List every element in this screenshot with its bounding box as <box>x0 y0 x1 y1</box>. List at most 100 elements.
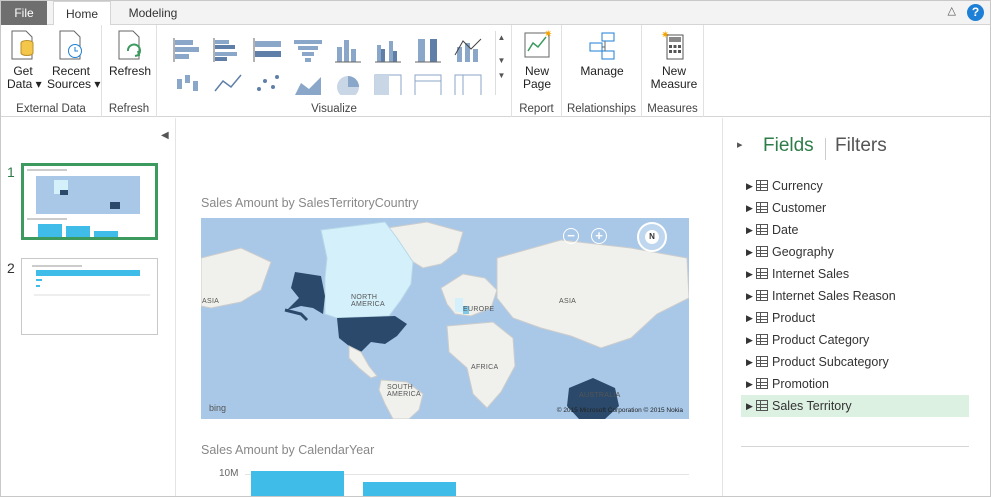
pie-chart-icon[interactable] <box>329 69 367 95</box>
new-measure-button[interactable]: ✷ New Measure <box>648 29 700 91</box>
waterfall-chart-icon[interactable] <box>169 69 207 95</box>
expand-arrow-icon[interactable]: ▶ <box>746 373 753 395</box>
fields-separator <box>741 446 969 447</box>
line-chart-icon[interactable] <box>209 69 247 95</box>
table-icon <box>756 202 768 213</box>
map-label-asia-right: ASIA <box>559 298 577 305</box>
table-icon <box>756 290 768 301</box>
expand-arrow-icon[interactable]: ▶ <box>746 175 753 197</box>
area-chart-icon[interactable] <box>289 69 327 95</box>
table-icon <box>756 400 768 411</box>
refresh-button[interactable]: Refresh <box>106 29 154 78</box>
field-table-row[interactable]: ▶ Internet Sales <box>741 263 969 285</box>
recent-sources-icon <box>59 30 82 60</box>
page-thumbnail-2[interactable] <box>21 258 158 335</box>
gallery-scrollbar[interactable]: ▲ ▼ ▼ <box>495 31 507 95</box>
stacked-column-chart-icon[interactable] <box>329 35 367 65</box>
map-compass[interactable]: N <box>637 222 667 252</box>
100-stacked-bar-icon[interactable] <box>249 35 287 65</box>
gallery-expand-icon[interactable]: ▼ <box>496 71 507 80</box>
funnel-chart-icon[interactable] <box>289 35 327 65</box>
tab-fields[interactable]: Fields <box>763 135 814 157</box>
world-map <box>201 221 689 419</box>
clustered-bar-chart-icon[interactable] <box>209 35 247 65</box>
expand-arrow-icon[interactable]: ▶ <box>746 285 753 307</box>
refresh-label: Refresh <box>108 64 152 78</box>
new-page-button[interactable]: ✷ New Page <box>516 29 558 91</box>
get-data-label: Get Data ▾ <box>7 64 42 91</box>
field-table-row[interactable]: ▶ Product Category <box>741 329 969 351</box>
treemap-icon[interactable] <box>369 69 407 95</box>
table-icon <box>756 334 768 345</box>
field-table-label: Geography <box>772 245 834 259</box>
expand-arrow-icon[interactable]: ▶ <box>746 263 753 285</box>
field-table-row[interactable]: ▶ Sales Territory <box>741 395 969 417</box>
bar-2[interactable] <box>363 482 456 496</box>
field-table-row[interactable]: ▶ Product Subcategory <box>741 351 969 373</box>
zoom-in-button[interactable]: + <box>591 228 607 244</box>
ribbon: Get Data ▾ Recent Sources ▾ External Dat… <box>1 25 990 117</box>
manage-relationships-button[interactable]: Manage <box>576 29 628 78</box>
field-table-row[interactable]: ▶ Geography <box>741 241 969 263</box>
collapse-pages-icon[interactable]: ◀ <box>161 130 169 141</box>
expand-arrow-icon[interactable]: ▶ <box>746 197 753 219</box>
expand-arrow-icon[interactable]: ▶ <box>746 241 753 263</box>
stacked-bar-chart-icon[interactable] <box>169 35 207 65</box>
refresh-icon <box>118 30 141 60</box>
matrix-visual-icon[interactable] <box>449 69 487 95</box>
field-table-row[interactable]: ▶ Date <box>741 219 969 241</box>
field-table-label: Internet Sales Reason <box>772 289 896 303</box>
bar-visual[interactable]: 10M <box>201 468 689 496</box>
field-table-row[interactable]: ▶ Customer <box>741 197 969 219</box>
get-data-button[interactable]: Get Data ▾ <box>7 29 42 91</box>
field-table-label: Currency <box>772 179 823 193</box>
recent-sources-button[interactable]: Recent Sources ▾ <box>47 29 100 91</box>
100-stacked-column-icon[interactable] <box>409 35 447 65</box>
new-page-icon: ✷ <box>524 29 552 58</box>
relationships-icon <box>589 32 615 60</box>
map-label-africa: AFRICA <box>471 364 499 371</box>
y-axis-tick-label: 10M <box>219 468 239 479</box>
table-icon <box>756 378 768 389</box>
bar-1[interactable] <box>251 471 344 496</box>
tab-filters[interactable]: Filters <box>835 135 887 157</box>
new-measure-label: New Measure <box>650 64 698 91</box>
tab-home[interactable]: Home <box>53 1 111 26</box>
map-visual[interactable]: ASIA NORTH AMERICA EUROPE ASIA AFRICA SO… <box>201 218 689 419</box>
map-visual-title: Sales Amount by SalesTerritoryCountry <box>201 196 419 210</box>
table-visual-icon[interactable] <box>409 69 447 95</box>
table-icon <box>756 224 768 235</box>
field-table-row[interactable]: ▶ Internet Sales Reason <box>741 285 969 307</box>
expand-arrow-icon[interactable]: ▶ <box>746 329 753 351</box>
expand-arrow-icon[interactable]: ▶ <box>746 395 753 417</box>
tab-modeling[interactable]: Modeling <box>115 1 191 25</box>
group-measures: ✷ New Measure Measures <box>642 25 704 117</box>
line-column-chart-icon[interactable] <box>449 35 487 65</box>
collapse-fields-icon[interactable]: ▸ <box>737 138 743 151</box>
group-visualize: ▲ ▼ ▼ Visualize <box>157 25 512 117</box>
compass-north-label: N <box>645 230 659 244</box>
tab-file[interactable]: File <box>1 1 47 25</box>
expand-arrow-icon[interactable]: ▶ <box>746 307 753 329</box>
zoom-out-button[interactable]: − <box>563 228 579 244</box>
group-report: ✷ New Page Report <box>512 25 562 117</box>
scatter-chart-icon[interactable] <box>249 69 287 95</box>
map-label-north-america: NORTH AMERICA <box>351 294 385 308</box>
field-table-row[interactable]: ▶ Product <box>741 307 969 329</box>
expand-arrow-icon[interactable]: ▶ <box>746 351 753 373</box>
map-label-europe: EUROPE <box>463 306 495 313</box>
gallery-scroll-down-icon[interactable]: ▼ <box>496 56 507 65</box>
help-icon[interactable]: ? <box>967 4 984 21</box>
clustered-column-chart-icon[interactable] <box>369 35 407 65</box>
table-icon <box>756 246 768 257</box>
expand-arrow-icon[interactable]: ▶ <box>746 219 753 241</box>
gallery-scroll-up-icon[interactable]: ▲ <box>496 33 507 42</box>
collapse-ribbon-icon[interactable]: △ <box>948 4 956 17</box>
page-1-preview <box>27 169 140 237</box>
report-canvas: Sales Amount by SalesTerritoryCountry AS… <box>177 118 722 496</box>
page-2-preview <box>32 265 150 296</box>
field-table-row[interactable]: ▶ Currency <box>741 175 969 197</box>
group-relationships: Manage Relationships <box>562 25 642 117</box>
page-thumbnail-1[interactable] <box>21 163 158 240</box>
field-table-row[interactable]: ▶ Promotion <box>741 373 969 395</box>
